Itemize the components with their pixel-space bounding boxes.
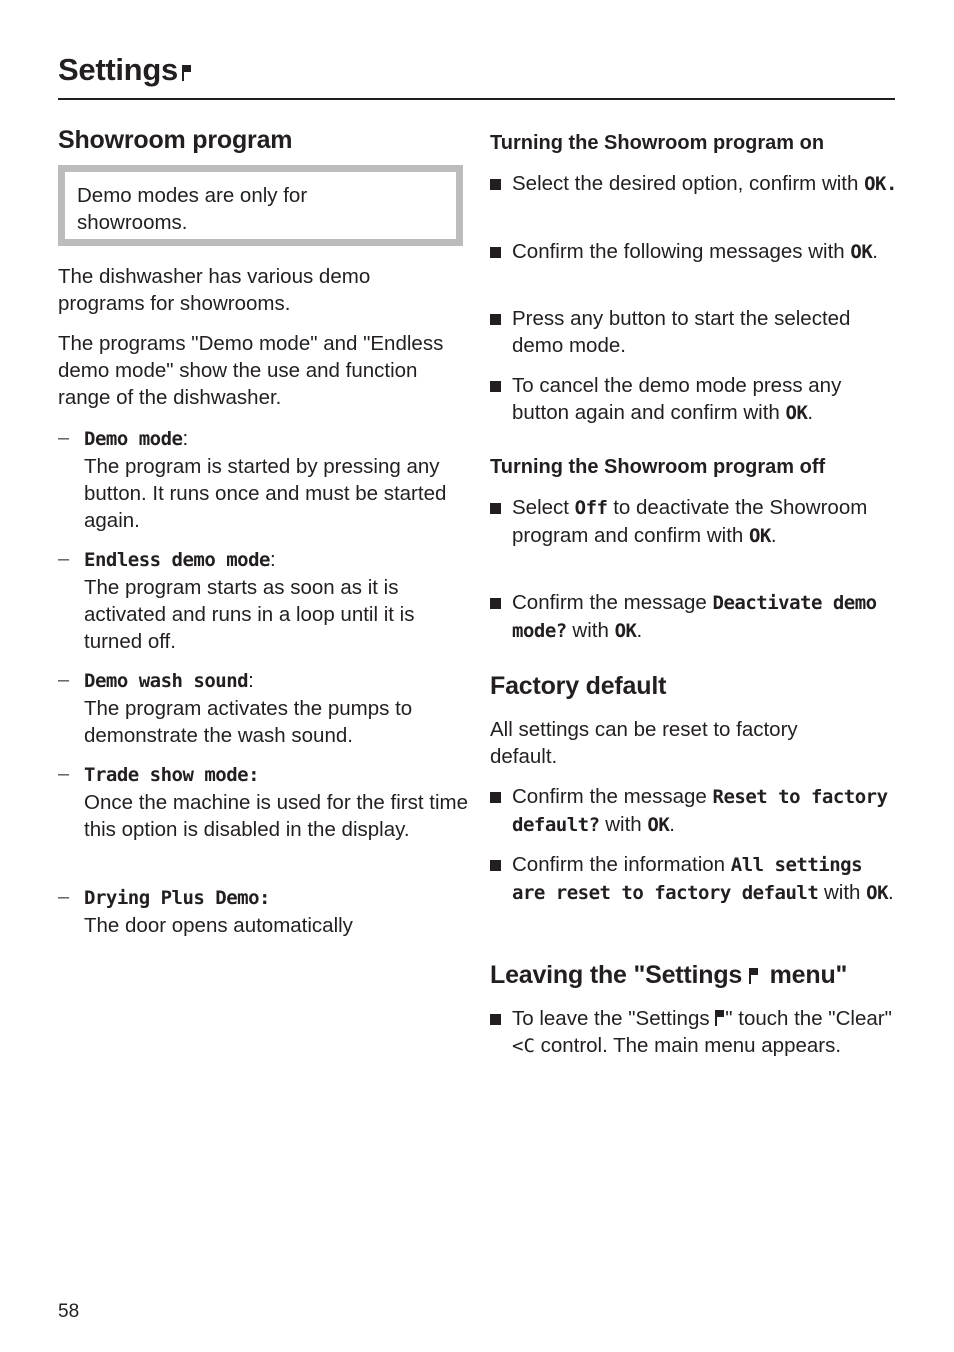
- mode-description: Once the machine is used for the first t…: [84, 791, 468, 841]
- step-item: Press any button to start the selected d…: [490, 305, 900, 359]
- dash-marker: –: [58, 886, 70, 908]
- section-heading-leaving: Leaving the "Settings menu": [490, 961, 848, 989]
- mode-name: Demo wash sound: [84, 670, 249, 692]
- subheading-turning-off: Turning the Showroom program off: [490, 456, 826, 478]
- factory-intro: All settings can be reset to factory def…: [490, 718, 798, 768]
- bullet-square-icon: [490, 503, 501, 514]
- mode-name: Demo mode: [84, 428, 183, 450]
- mode-item: – Demo mode: The program is started by p…: [58, 425, 468, 534]
- flag-icon: [715, 1010, 725, 1026]
- step-item: Confirm the message Reset to factory def…: [490, 783, 900, 839]
- mode-item: – Endless demo mode: The program starts …: [58, 546, 468, 655]
- mode-item: – Drying Plus Demo: The door opens autom…: [58, 884, 468, 939]
- step-item: To cancel the demo mode press any button…: [490, 372, 900, 427]
- mode-name: Trade show mode:: [84, 764, 260, 786]
- bullet-square-icon: [490, 381, 501, 392]
- intro-paragraph-1: The dishwasher has various demo programs…: [58, 265, 371, 315]
- bullet-square-icon: [490, 179, 501, 190]
- bullet-square-icon: [490, 860, 501, 871]
- flag-icon: [181, 65, 192, 81]
- title-divider: [58, 98, 895, 100]
- dash-marker: –: [58, 763, 70, 785]
- page-title: Settings: [58, 52, 192, 88]
- bullet-square-icon: [490, 792, 501, 803]
- mode-description: The door opens automatically: [84, 914, 353, 937]
- bullet-square-icon: [490, 247, 501, 258]
- note-box: Demo modes are only for showrooms.: [58, 165, 463, 246]
- mode-name: Endless demo mode: [84, 549, 270, 571]
- mode-description: The program is started by pressing any b…: [84, 455, 447, 532]
- dash-marker: –: [58, 669, 70, 691]
- step-item: Confirm the following messages with OK.: [490, 238, 900, 266]
- section-heading-factory-default: Factory default: [490, 672, 667, 700]
- dash-marker: –: [58, 427, 70, 449]
- section-heading-showroom: Showroom program: [58, 126, 293, 154]
- bullet-square-icon: [490, 598, 501, 609]
- clear-control-symbol: <C: [512, 1035, 535, 1057]
- page-number: 58: [58, 1301, 80, 1322]
- mode-item: – Trade show mode: Once the machine is u…: [58, 761, 468, 843]
- flag-icon: [748, 968, 759, 984]
- dash-marker: –: [58, 548, 70, 570]
- bullet-square-icon: [490, 1014, 501, 1025]
- mode-description: The program activates the pumps to demon…: [84, 697, 413, 747]
- subheading-turning-on: Turning the Showroom program on: [490, 132, 825, 154]
- step-item: Select the desired option, confirm with …: [490, 170, 900, 198]
- bullet-square-icon: [490, 314, 501, 325]
- step-item: Select Off to deactivate the Showroom pr…: [490, 494, 900, 550]
- note-text: Demo modes are only for showrooms.: [77, 184, 308, 234]
- step-item: Confirm the information All settings are…: [490, 851, 900, 907]
- mode-name: Drying Plus Demo:: [84, 887, 270, 909]
- step-item: To leave the "Settings " touch the "Clea…: [490, 1005, 900, 1060]
- intro-paragraph-2: The programs "Demo mode" and "Endless de…: [58, 332, 444, 409]
- step-item: Confirm the message Deactivate demo mode…: [490, 589, 900, 645]
- mode-item: – Demo wash sound: The program activates…: [58, 667, 468, 749]
- mode-description: The program starts as soon as it is acti…: [84, 576, 415, 653]
